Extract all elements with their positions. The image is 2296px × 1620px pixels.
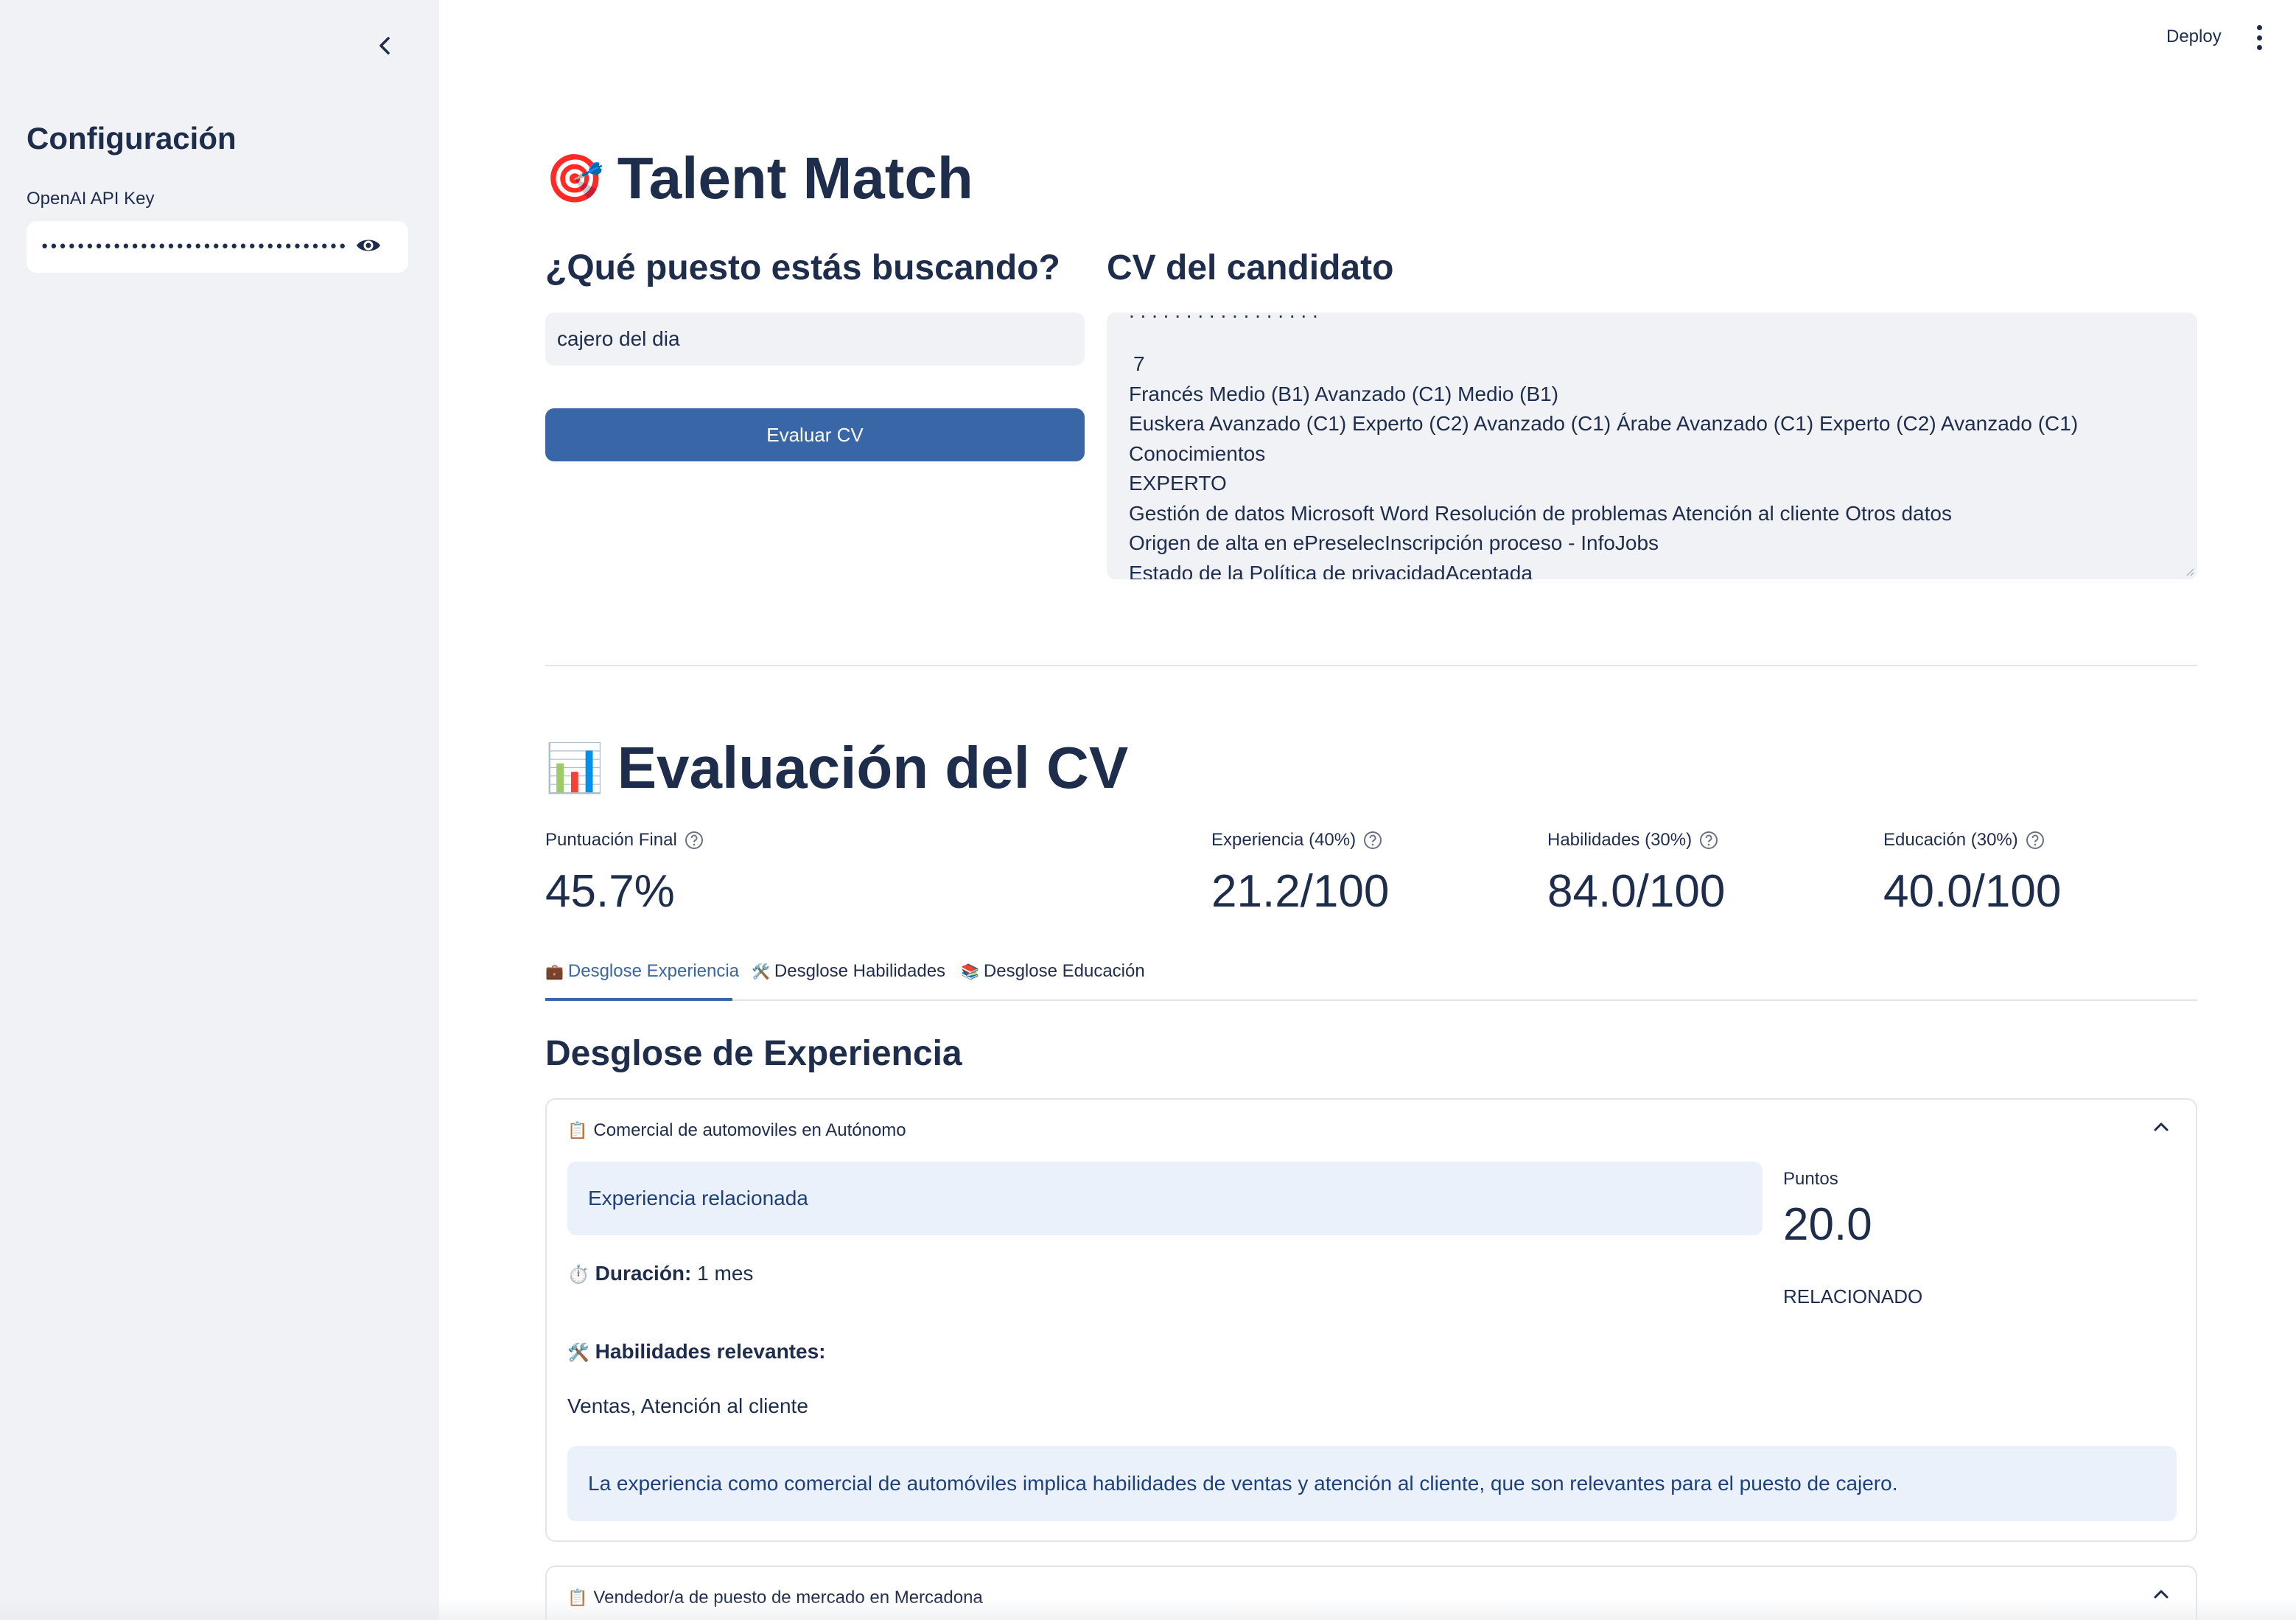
collapse-sidebar-button[interactable] — [368, 29, 401, 62]
tab-label: Desglose Habilidades — [774, 961, 946, 981]
metric-label: Educación (30%) — [1883, 830, 2018, 850]
metric-value: 21.2/100 — [1211, 866, 1390, 917]
target-icon: 🎯 — [545, 151, 604, 205]
active-tab-indicator — [545, 998, 732, 1001]
job-input[interactable]: cajero del dia — [545, 313, 1085, 366]
points-value: 20.0 — [1783, 1199, 1872, 1250]
tab-label: Desglose Educación — [983, 961, 1145, 981]
metric-final-score: Puntuación Final 45.7% — [545, 830, 704, 918]
breakdown-tabs: 💼 Desglose Experiencia 🛠️ Desglose Habil… — [545, 958, 2197, 1001]
skills-value: Ventas, Atención al cliente — [567, 1394, 808, 1417]
evaluation-title: 📊 Evaluación del CV — [545, 734, 1128, 802]
help-icon[interactable] — [1699, 831, 1718, 850]
duration-row: ⏱️ Duración: 1 mes — [567, 1262, 753, 1285]
metric-education: Educación (30%) 40.0/100 — [1883, 830, 2061, 918]
tools-icon: 🛠️ — [752, 963, 770, 980]
metric-label: Experiencia (40%) — [1211, 830, 1357, 850]
status-info-box: Experiencia relacionada — [567, 1162, 1763, 1235]
experience-expander: 📋 Comercial de automoviles en Autónomo E… — [545, 1098, 2197, 1542]
cv-line: Gestión de datos Microsoft Word Resoluci… — [1129, 501, 1952, 525]
metric-value: 40.0/100 — [1883, 866, 2062, 917]
metric-label: Habilidades (30%) — [1547, 830, 1693, 850]
points-label: Puntos — [1783, 1169, 1838, 1189]
cv-line: Francés Medio (B1) Avanzado (C1) Medio (… — [1129, 382, 1559, 405]
duration-value: 1 mes — [697, 1262, 754, 1285]
bottom-shadow — [0, 1598, 2296, 1620]
expander-title: Comercial de automoviles en Autónomo — [593, 1120, 906, 1140]
metric-value: 84.0/100 — [1547, 866, 1726, 917]
page-title: 🎯 Talent Match — [545, 144, 973, 212]
relation-label: RELACIONADO — [1783, 1285, 1923, 1307]
tools-icon: 🛠️ — [567, 1343, 589, 1363]
explanation-info-box: La experiencia como comercial de automóv… — [567, 1446, 2177, 1521]
cv-line: 7 — [1133, 352, 1145, 375]
help-icon[interactable] — [2026, 831, 2045, 850]
page-title-text: Talent Match — [617, 145, 973, 211]
cv-line: Euskera Avanzado (C1) Experto (C2) Avanz… — [1129, 412, 2084, 465]
metric-value: 45.7% — [545, 866, 675, 917]
skills-heading: 🛠️ Habilidades relevantes: — [567, 1340, 825, 1364]
books-icon: 📚 — [961, 963, 979, 980]
tab-skills[interactable]: 🛠️ Desglose Habilidades — [752, 961, 945, 982]
main-menu-icon[interactable] — [2255, 25, 2264, 50]
metric-skills: Habilidades (30%) 84.0/100 — [1547, 830, 1725, 918]
api-key-input[interactable] — [40, 237, 349, 256]
metric-label: Puntuación Final — [545, 830, 677, 850]
resize-handle-icon[interactable] — [2184, 566, 2194, 576]
metric-experience: Experiencia (40%) 21.2/100 — [1211, 830, 1389, 918]
evaluate-cv-button[interactable]: Evaluar CV — [545, 408, 1085, 461]
show-password-icon[interactable] — [355, 236, 382, 259]
tab-experience[interactable]: 💼 Desglose Experiencia — [545, 961, 739, 982]
evaluation-title-text: Evaluación del CV — [617, 735, 1129, 800]
sidebar: Configuración OpenAI API Key — [0, 0, 439, 1620]
chevron-up-icon[interactable] — [2153, 1122, 2169, 1132]
help-icon[interactable] — [1363, 831, 1382, 850]
cv-cut-off-line: . . . . . . . . . . . . . . . . . — [1129, 313, 1318, 327]
job-heading: ¿Qué puesto estás buscando? — [545, 248, 1060, 287]
api-key-label: OpenAI API Key — [27, 189, 155, 209]
duration-label: Duración: — [595, 1262, 692, 1285]
briefcase-icon: 💼 — [545, 963, 564, 980]
clipboard-icon: 📋 — [567, 1121, 588, 1139]
tab-education[interactable]: 📚 Desglose Educación — [961, 961, 1145, 982]
tab-label: Desglose Experiencia — [567, 961, 740, 981]
expander-header[interactable]: 📋 Comercial de automoviles en Autónomo — [567, 1120, 906, 1141]
bar-chart-icon: 📊 — [545, 741, 604, 795]
section-divider — [545, 665, 2197, 666]
deploy-button[interactable]: Deploy — [2166, 27, 2222, 47]
cv-heading: CV del candidato — [1107, 248, 1394, 287]
sidebar-title: Configuración — [27, 121, 237, 156]
skills-label: Habilidades relevantes: — [595, 1340, 826, 1363]
help-icon[interactable] — [685, 831, 704, 850]
api-key-field[interactable] — [27, 221, 408, 273]
stopwatch-icon: ⏱️ — [567, 1265, 589, 1285]
cv-line: EXPERTO — [1129, 472, 1227, 495]
cv-textarea[interactable]: . . . . . . . . . . . . . . . . . 7 Fran… — [1107, 313, 2197, 579]
breakdown-heading: Desglose de Experiencia — [545, 1034, 962, 1073]
cv-line: Estado de la Política de privacidadAcept… — [1129, 561, 1533, 580]
cv-line: Origen de alta en ePreselecInscripción p… — [1129, 531, 1659, 554]
chevron-left-icon — [379, 37, 390, 55]
